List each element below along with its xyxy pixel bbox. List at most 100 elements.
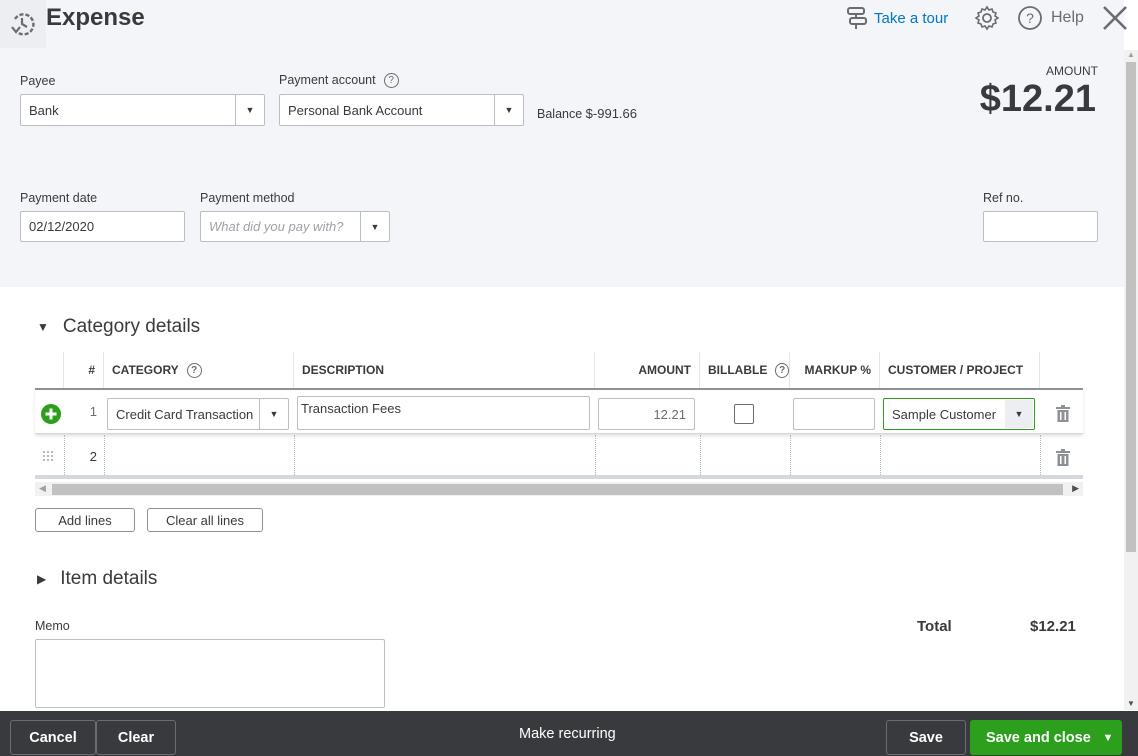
col-description: DESCRIPTION — [294, 352, 595, 388]
payment-date-value: 02/12/2020 — [29, 219, 95, 234]
col-markup: MARKUP % — [790, 352, 880, 388]
help-button[interactable]: ? Help — [1017, 5, 1084, 31]
category-value: Credit Card Transaction — [116, 406, 254, 422]
trash-icon[interactable] — [1056, 449, 1070, 466]
col-drag — [35, 352, 64, 388]
payment-account-value: Personal Bank Account — [288, 102, 423, 118]
row-number: 2 — [89, 449, 97, 464]
help-circle-icon: ? — [1018, 6, 1042, 30]
payment-date-label: Payment date — [20, 191, 98, 205]
svg-text:?: ? — [1026, 10, 1034, 26]
caret-right-icon: ▶ — [37, 572, 47, 586]
chevron-down-icon[interactable]: ▼ — [1005, 400, 1033, 428]
scroll-up-icon[interactable]: ▲ — [1127, 50, 1135, 59]
ref-no-input[interactable] — [983, 211, 1098, 242]
payee-label: Payee — [20, 74, 56, 88]
vertical-scrollbar[interactable]: ▲ ▼ — [1124, 50, 1138, 710]
chevron-down-icon[interactable]: ▼ — [259, 399, 288, 429]
payment-method-select[interactable]: What did you pay with? ▼ — [200, 211, 390, 242]
category-details-toggle[interactable]: ▼ Category details — [37, 316, 200, 338]
vertical-scroll-thumb[interactable] — [1126, 62, 1136, 552]
description-input[interactable]: Transaction Fees — [297, 396, 590, 430]
category-details-title: Category details — [62, 316, 201, 337]
help-circle-icon[interactable]: ? — [186, 362, 202, 378]
help-circle-icon[interactable]: ? — [383, 73, 399, 89]
table-row[interactable]: 1 Credit Card Transaction ▼ Transaction … — [35, 388, 1083, 434]
memo-textarea[interactable] — [35, 639, 385, 708]
help-circle-icon[interactable]: ? — [775, 362, 789, 378]
item-details-title: Item details — [60, 568, 158, 589]
col-billable: BILLABLE? — [700, 352, 790, 388]
drag-handle-icon[interactable] — [43, 451, 54, 462]
markup-input[interactable] — [793, 398, 875, 430]
take-tour-link[interactable]: Take a tour — [846, 6, 948, 30]
payment-account-label-text: Payment account — [279, 73, 376, 87]
col-category: CATEGORY? — [104, 352, 294, 388]
cell-divider — [294, 435, 295, 475]
save-and-close-button[interactable]: Save and close ▼ — [970, 720, 1122, 755]
table-row[interactable]: 2 — [35, 435, 1083, 479]
payment-account-select[interactable]: Personal Bank Account ▼ — [279, 94, 524, 126]
cell-divider — [700, 435, 701, 475]
clear-button[interactable]: Clear — [96, 720, 176, 755]
history-icon — [11, 13, 35, 36]
payment-date-input[interactable]: 02/12/2020 — [20, 211, 185, 242]
total-label: Total — [917, 618, 952, 635]
header-form-area — [0, 0, 1124, 287]
row-number: 1 — [89, 404, 97, 419]
settings-button[interactable] — [974, 5, 1000, 36]
add-line-plus-icon[interactable] — [41, 404, 61, 424]
cancel-button[interactable]: Cancel — [10, 720, 96, 755]
col-amount: AMOUNT — [595, 352, 700, 388]
category-select[interactable]: Credit Card Transaction ▼ — [107, 398, 289, 430]
amount-input[interactable]: 12.21 — [598, 398, 695, 430]
help-label: Help — [1051, 9, 1084, 26]
scroll-right-icon[interactable]: ▶ — [1072, 483, 1079, 494]
account-balance: Balance $-991.66 — [537, 106, 637, 121]
save-and-close-label: Save and close — [986, 729, 1091, 746]
chevron-down-icon[interactable]: ▼ — [235, 95, 264, 125]
col-category-label: CATEGORY — [112, 363, 179, 377]
cell-divider — [880, 435, 881, 475]
make-recurring-link[interactable]: Make recurring — [519, 726, 616, 742]
horizontal-scrollbar[interactable]: ◀ ▶ — [35, 482, 1083, 496]
description-value: Transaction Fees — [301, 401, 401, 416]
close-button[interactable] — [1101, 4, 1129, 37]
amount-label: AMOUNT — [1046, 64, 1098, 78]
col-number: # — [64, 352, 104, 388]
amount-value: 12.21 — [653, 406, 686, 422]
scroll-left-icon[interactable]: ◀ — [39, 483, 46, 494]
customer-value: Sample Customer — [892, 406, 997, 422]
cell-divider — [790, 435, 791, 475]
caret-down-icon: ▼ — [37, 320, 49, 334]
billable-checkbox[interactable] — [734, 404, 754, 424]
customer-select[interactable]: Sample Customer ▼ — [883, 398, 1035, 430]
recent-transactions-button[interactable] — [0, 0, 46, 48]
add-lines-button[interactable]: Add lines — [35, 508, 135, 532]
clear-all-lines-button[interactable]: Clear all lines — [147, 508, 263, 532]
chevron-down-icon[interactable]: ▼ — [1094, 720, 1122, 755]
chevron-down-icon[interactable]: ▼ — [494, 95, 523, 125]
take-tour-label: Take a tour — [874, 9, 949, 27]
cell-divider — [104, 435, 105, 475]
page-title: Expense — [46, 4, 145, 31]
col-billable-label: BILLABLE — [708, 363, 768, 377]
footer-bar: Cancel Clear Make recurring Save Save an… — [0, 711, 1138, 756]
balance-value: $-991.66 — [585, 106, 637, 121]
trash-icon[interactable] — [1056, 405, 1070, 422]
horizontal-scroll-thumb[interactable] — [52, 484, 1063, 495]
payee-value: Bank — [29, 102, 59, 118]
chevron-down-icon[interactable]: ▼ — [360, 212, 389, 241]
payee-select[interactable]: Bank ▼ — [20, 94, 265, 126]
memo-label: Memo — [35, 619, 70, 633]
save-button[interactable]: Save — [886, 720, 966, 755]
item-details-toggle[interactable]: ▶ Item details — [37, 568, 157, 590]
payment-account-label: Payment account? — [279, 73, 399, 89]
signpost-icon — [847, 7, 867, 29]
scroll-down-icon[interactable]: ▼ — [1127, 699, 1135, 708]
balance-label: Balance — [537, 107, 583, 121]
close-icon — [1103, 6, 1127, 30]
cell-divider — [1040, 435, 1041, 475]
payment-method-placeholder: What did you pay with? — [209, 219, 344, 234]
ref-no-label: Ref no. — [983, 191, 1024, 205]
